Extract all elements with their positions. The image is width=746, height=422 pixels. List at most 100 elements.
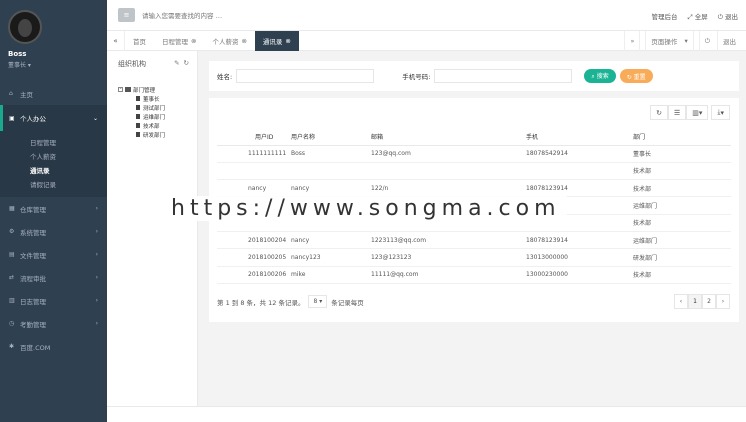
watermark-text: https://www.songma.com — [165, 196, 567, 221]
toggle-view-button[interactable]: ☰ — [667, 105, 687, 120]
name-label: 姓名: — [217, 73, 233, 81]
subnav-contacts[interactable]: 通讯录 — [0, 163, 107, 177]
nav-item-system[interactable]: ⚙ 系统管理 › — [0, 220, 107, 243]
table-cell: 13013000000 — [522, 248, 629, 267]
close-icon[interactable]: ⊗ — [241, 37, 246, 45]
avatar[interactable] — [8, 10, 42, 44]
table-cell: 2018100205 — [217, 248, 287, 267]
table-row[interactable]: 2018100205 nancy123 123@123123 13013000000 研… — [217, 248, 731, 267]
table-cell: nancy — [287, 231, 367, 250]
column-header[interactable]: 部门 — [629, 128, 731, 146]
tree-node[interactable]: 董事长 — [118, 94, 197, 103]
main-panel: 姓名: 手机号码: ⌕ 搜索 ↻ 重置 ↻ ☰ ▥ ▾ ⤓ ▾ 用户ID 用户名称 邮箱… — [209, 61, 739, 322]
table-cell: 技术部 — [629, 266, 731, 284]
name-input[interactable] — [236, 69, 375, 83]
close-icon[interactable]: ⊗ — [191, 37, 196, 45]
tab-scroll-right-button[interactable]: » — [624, 31, 639, 51]
global-search-input[interactable] — [142, 9, 302, 22]
phone-input[interactable] — [434, 69, 573, 83]
reset-button[interactable]: ↻ 重置 — [619, 69, 653, 83]
column-header[interactable]: 手机 — [522, 128, 629, 146]
nav-item-warehouse[interactable]: ▦ 仓库管理 › — [0, 197, 107, 220]
tab-logout-button[interactable]: ⏻ 退出 — [692, 31, 746, 51]
menu-toggle-button[interactable]: ≡ — [118, 8, 135, 22]
refresh-icon[interactable]: ↻ — [184, 59, 189, 67]
nav-item-logs[interactable]: ▥ 日志管理 › — [0, 289, 107, 312]
table-cell: 运维部门 — [629, 231, 731, 250]
nav-item-office[interactable]: ▣ 个人办公 ⌄ — [0, 105, 107, 131]
logout-button[interactable]: ⏻ 退出 — [718, 11, 738, 22]
expand-icon: ⤢ — [687, 13, 693, 21]
org-panel: 组织机构 ✎ ↻ - 部门管理 董事长 测试部门 运维部门 技术部 研发部门 — [107, 51, 198, 406]
org-panel-title: 组织机构 — [118, 60, 146, 68]
briefcase-icon: ▣ — [9, 114, 15, 122]
tab-schedule[interactable]: 日程管理 ⊗ — [154, 31, 204, 51]
collapse-icon[interactable]: - — [118, 87, 123, 92]
table-cell: Boss — [287, 145, 367, 163]
nav-item-approval[interactable]: ⇄ 流程审批 › — [0, 266, 107, 289]
pagination-summary: 第 1 到 8 条，共 12 条记录。 — [217, 298, 305, 307]
admin-link[interactable]: 管理后台 — [651, 11, 677, 22]
column-header[interactable]: 邮箱 — [367, 128, 522, 146]
chevron-right-icon: › — [95, 320, 98, 327]
table-row[interactable]: 2018100206 mike 11111@qq.com 13000230000 技术部 — [217, 266, 731, 284]
tab-scroll-left-button[interactable]: « — [107, 30, 125, 51]
shuffle-icon: ⇄ — [9, 274, 15, 281]
tab-home[interactable]: 首页 — [125, 31, 154, 51]
table-row[interactable]: 1111111111 Boss 123@qq.com 18078542914 董事长 — [217, 145, 731, 163]
tree-node[interactable]: 测试部门 — [118, 103, 197, 112]
table-cell: 运维部门 — [629, 196, 731, 215]
tab-contacts[interactable]: 通讯录 ⊗ — [254, 30, 299, 51]
table-cell: nancy123 — [287, 248, 367, 267]
org-panel-header: 组织机构 ✎ ↻ — [107, 51, 197, 73]
phone-label: 手机号码: — [402, 73, 431, 81]
page-1-button[interactable]: 1 — [688, 294, 702, 309]
page-actions-dropdown[interactable]: 页面操作 ▾ — [639, 31, 692, 51]
table-row[interactable]: 2018100204 nancy 1223113@qq.com 18078123914… — [217, 231, 731, 250]
tree-root[interactable]: - 部门管理 — [118, 85, 197, 94]
tab-actions: » 页面操作 ▾ ⏻ 退出 — [624, 31, 746, 51]
refresh-icon: ↻ — [656, 108, 662, 117]
next-page-button[interactable]: › — [716, 294, 730, 309]
download-icon: ⤓ — [717, 108, 721, 116]
tree-node[interactable]: 运维部门 — [118, 112, 197, 121]
nav-item-home[interactable]: ⌂ 主页 — [0, 82, 107, 105]
column-header[interactable]: 用户ID — [217, 128, 287, 146]
page-size-select[interactable]: 8 ▾ — [308, 295, 328, 308]
prev-page-button[interactable]: ‹ — [674, 294, 688, 309]
table-cell: 18078542914 — [522, 145, 629, 163]
export-button[interactable]: ⤓ ▾ — [711, 105, 730, 120]
tree-node[interactable]: 研发部门 — [118, 130, 197, 139]
nav-item-baidu[interactable]: ✱ 百度.COM — [0, 335, 107, 358]
subnav-leave[interactable]: 请假记录 — [0, 177, 107, 191]
subnav-schedule[interactable]: 日程管理 — [0, 135, 107, 149]
close-icon[interactable]: ⊗ — [285, 37, 290, 45]
subnav-salary[interactable]: 个人薪资 — [0, 149, 107, 163]
table-row[interactable]: 技术部 — [217, 162, 731, 181]
table-cell: mike — [287, 266, 367, 284]
table-cell: 1223113@qq.com — [367, 231, 522, 250]
table-row[interactable]: nancy nancy 122/n 18078123914 技术部 — [217, 179, 731, 198]
columns-button[interactable]: ▥ ▾ — [686, 105, 709, 120]
tab-salary[interactable]: 个人薪资 ⊗ — [204, 31, 254, 51]
fullscreen-button[interactable]: ⤢ 全屏 — [687, 11, 707, 22]
user-profile: Boss 董事长 ▾ — [0, 0, 107, 80]
nav-item-files[interactable]: ▤ 文件管理 › — [0, 243, 107, 266]
office-submenu: 日程管理 个人薪资 通讯录 请假记录 — [0, 131, 107, 197]
nav-item-attendance[interactable]: ◷ 考勤管理 › — [0, 312, 107, 335]
globe-icon: ✱ — [9, 343, 15, 350]
search-button[interactable]: ⌕ 搜索 — [584, 69, 616, 83]
table-cell: 技术部 — [629, 214, 731, 232]
column-header[interactable]: 用户名称 — [287, 128, 367, 146]
tree-node[interactable]: 技术部 — [118, 121, 197, 130]
edit-icon[interactable]: ✎ — [174, 59, 179, 67]
table-cell: nancy — [217, 179, 287, 198]
search-form: 姓名: 手机号码: ⌕ 搜索 ↻ 重置 — [209, 61, 739, 91]
list-icon: ☰ — [673, 108, 681, 117]
table-cell: 研发部门 — [629, 248, 731, 267]
table-cell: 123@123123 — [367, 248, 522, 267]
page-buttons: ‹ 1 2 › — [674, 294, 730, 309]
user-role-dropdown[interactable]: 董事长 ▾ — [8, 60, 107, 69]
page-2-button[interactable]: 2 — [702, 294, 716, 309]
refresh-button[interactable]: ↻ — [650, 105, 668, 120]
